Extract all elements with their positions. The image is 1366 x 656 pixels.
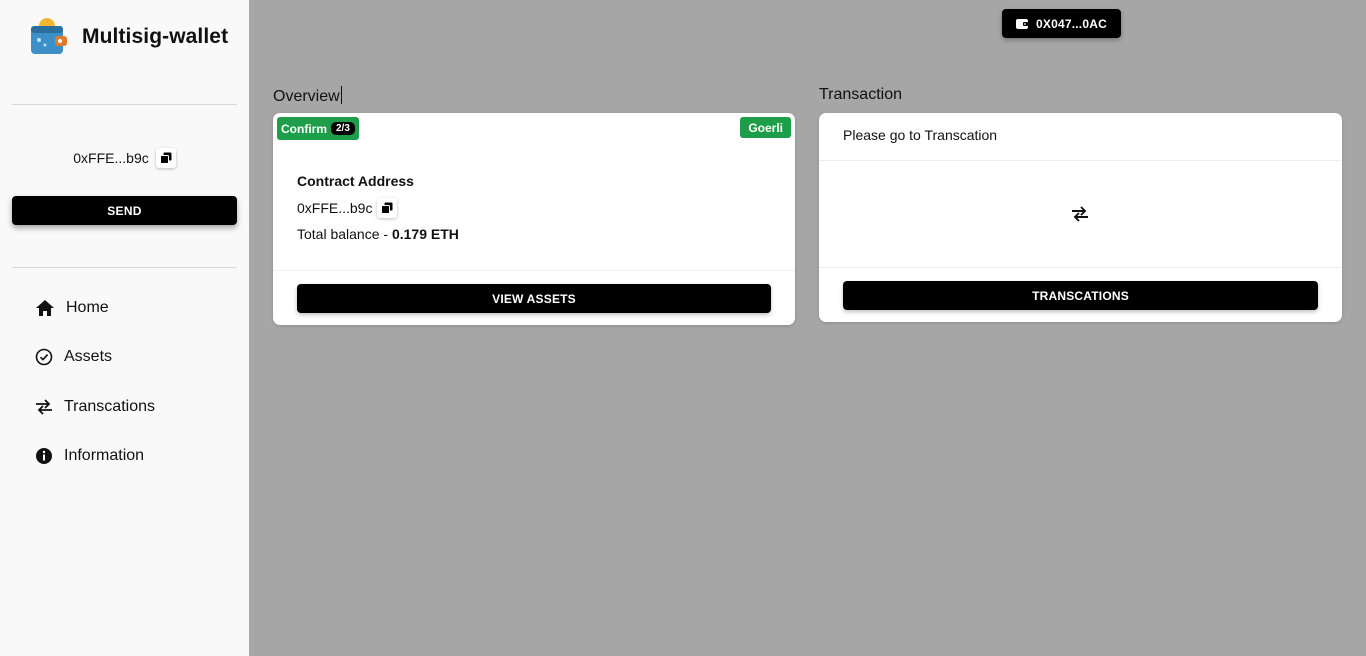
confirm-badge: Confirm 2/3 bbox=[277, 117, 359, 140]
swap-arrows-icon bbox=[34, 397, 54, 417]
account-address-row: 0xFFE...b9c bbox=[0, 148, 249, 168]
confirm-label: Confirm bbox=[281, 121, 327, 136]
sidebar-item-home[interactable]: Home bbox=[0, 283, 249, 333]
sidebar-divider bbox=[12, 267, 237, 268]
account-address: 0xFFE...b9c bbox=[73, 150, 149, 166]
overview-title: Overview bbox=[273, 86, 342, 105]
sidebar-item-information[interactable]: Information bbox=[0, 432, 249, 482]
sidebar-item-label: Transcations bbox=[64, 397, 155, 415]
transcations-button[interactable]: TRANSCATIONS bbox=[843, 281, 1318, 310]
card-divider bbox=[819, 160, 1342, 161]
view-assets-button[interactable]: VIEW ASSETS bbox=[297, 284, 771, 313]
contract-address: 0xFFE...b9c bbox=[297, 200, 373, 216]
confirm-count: 2/3 bbox=[331, 122, 355, 135]
sidebar-item-transcations[interactable]: Transcations bbox=[0, 382, 249, 432]
balance-value: 0.179 ETH bbox=[391, 226, 459, 242]
sidebar-nav: Home Assets Transcations Information bbox=[0, 283, 249, 481]
app-title: Multisig-wallet bbox=[82, 25, 229, 48]
swap-arrows-icon bbox=[1070, 204, 1090, 224]
transaction-hint: Please go to Transcation bbox=[843, 127, 998, 143]
sidebar-item-label: Assets bbox=[64, 348, 113, 366]
sidebar-item-label: Information bbox=[64, 447, 145, 465]
overview-card: Confirm 2/3 Goerli Contract Address 0xFF… bbox=[273, 113, 795, 325]
balance-prefix: Total balance - bbox=[297, 226, 392, 242]
copy-contract-button[interactable] bbox=[377, 198, 398, 218]
send-button[interactable]: SEND bbox=[12, 196, 237, 225]
network-badge: Goerli bbox=[740, 117, 791, 138]
transaction-title: Transaction bbox=[819, 86, 902, 103]
sidebar-item-assets[interactable]: Assets bbox=[0, 333, 249, 383]
sidebar-item-label: Home bbox=[66, 298, 109, 316]
contract-address-label: Contract Address bbox=[297, 173, 414, 189]
info-icon bbox=[34, 446, 54, 466]
card-divider bbox=[273, 270, 795, 271]
copy-address-button[interactable] bbox=[155, 148, 176, 168]
transaction-card: Please go to Transcation TRANSCATIONS bbox=[819, 113, 1342, 322]
wallet-icon bbox=[1016, 18, 1029, 29]
wallet-logo-icon bbox=[31, 18, 67, 54]
total-balance: Total balance - 0.179 ETH bbox=[297, 226, 459, 242]
contract-info: Contract Address 0xFFE...b9c Total balan… bbox=[297, 173, 459, 242]
text-cursor bbox=[340, 86, 342, 104]
check-circle-icon bbox=[34, 347, 54, 367]
wallet-address: 0X047...0AC bbox=[1036, 16, 1107, 31]
contract-address-row: 0xFFE...b9c bbox=[297, 198, 459, 218]
copy-icon bbox=[159, 152, 172, 164]
home-icon bbox=[35, 298, 55, 318]
copy-icon bbox=[381, 202, 393, 214]
card-divider bbox=[819, 267, 1342, 268]
brand[interactable]: Multisig-wallet bbox=[27, 16, 228, 58]
sidebar: Multisig-wallet 0xFFE...b9c SEND Home As… bbox=[0, 0, 249, 656]
connected-wallet-button[interactable]: 0X047...0AC bbox=[1002, 9, 1121, 38]
sidebar-divider bbox=[12, 104, 237, 105]
